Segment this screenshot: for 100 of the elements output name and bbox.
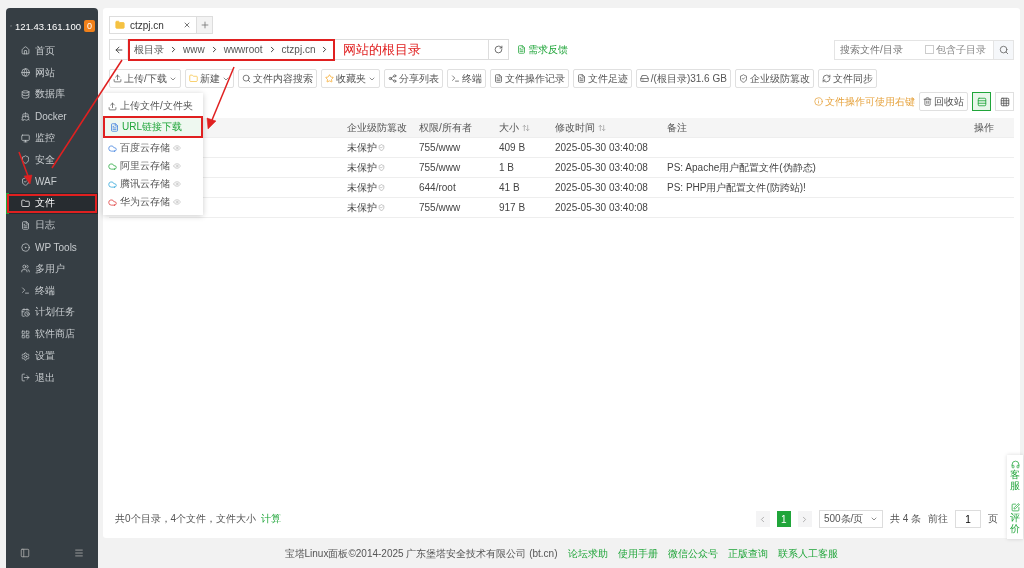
close-icon[interactable] (183, 21, 191, 29)
monitor-icon (21, 133, 30, 143)
folder-icon (188, 74, 198, 83)
list-view-button[interactable] (972, 92, 991, 111)
sidebar-item[interactable]: 文件 (6, 192, 98, 215)
table-cell-text: 644/root (419, 182, 457, 193)
toolbar-button[interactable]: 收藏夹 (320, 69, 380, 88)
logout-icon (21, 373, 30, 383)
toolbar-button[interactable]: 分享列表 (383, 69, 443, 88)
star-icon (324, 74, 334, 83)
users-icon (21, 264, 30, 274)
toolbar-button[interactable]: /(根目录)31.6 GB (635, 69, 731, 88)
document-icon (517, 45, 526, 54)
column-header: 大小 (499, 120, 555, 135)
menu-item[interactable]: 上传文件/文件夹 (103, 97, 203, 115)
eye-icon (173, 198, 181, 206)
table-cell-text: 409 B (499, 142, 527, 153)
breadcrumb-link[interactable]: wwwroot (223, 44, 263, 55)
table-cell-text: 2025-05-30 03:40:08 (555, 142, 649, 153)
ship-icon (21, 111, 30, 121)
search-field[interactable]: 搜索文件/目录 包含子目录 (834, 39, 1014, 60)
search-button[interactable] (993, 40, 1013, 59)
eye-icon (173, 180, 181, 188)
breadcrumb-link[interactable]: 根目录 (134, 42, 164, 57)
toolbar-button[interactable]: 文件内容搜索 (237, 69, 317, 88)
column-header: 权限/所有者 (419, 120, 473, 135)
protect-status: 未保护 (347, 180, 419, 195)
edit-icon (1010, 503, 1020, 512)
search-icon (998, 44, 1009, 55)
menu-icon[interactable] (74, 548, 84, 558)
column-header: 企业级防篡改 (347, 120, 408, 135)
toolbar-button[interactable]: 文件操作记录 (489, 69, 569, 88)
table-cell-text: 917 B (499, 202, 527, 213)
total-count: 共 4 条 (889, 512, 921, 526)
sidebar-item[interactable]: 数据库 (6, 83, 98, 106)
refresh-icon (494, 45, 503, 54)
document-icon (493, 74, 503, 83)
sidebar-item[interactable]: 计划任务 (6, 301, 98, 324)
table-cell-text: 2025-05-30 03:40:08 (555, 162, 649, 173)
sidebar-item[interactable]: 退出 (6, 366, 98, 389)
breadcrumb-link[interactable]: www (183, 44, 205, 55)
toolbar-button[interactable]: 文件同步 (817, 69, 877, 88)
column-header: 操作 (974, 120, 995, 135)
protect-status: 未保护 (347, 140, 419, 155)
sidebar-item[interactable]: 终端 (6, 279, 98, 302)
add-tab-button[interactable] (197, 16, 213, 34)
table-cell-text: 1 B (499, 162, 515, 173)
recycle-bin-button[interactable]: 回收站 (919, 92, 968, 111)
sidebar-item[interactable]: 日志 (6, 214, 98, 237)
headset-icon (1010, 460, 1020, 469)
menu-item[interactable]: 腾讯云存储 (103, 175, 203, 193)
hint-text: 文件操作可使用右键 (814, 94, 915, 109)
sidebar-item[interactable]: 软件商店 (6, 323, 98, 346)
grid-view-button[interactable] (995, 92, 1014, 111)
upload-icon (113, 74, 122, 83)
toolbar-button[interactable]: 企业级防篡改 (734, 69, 814, 88)
eye-icon (173, 162, 181, 170)
sidebar-item[interactable]: 网站 (6, 61, 98, 84)
toolbar-button[interactable]: 文件足迹 (572, 69, 632, 88)
menu-item[interactable]: 百度云存储 (103, 139, 203, 157)
sidebar-item[interactable]: Docker (6, 105, 98, 128)
search-icon (241, 74, 251, 83)
page-input[interactable]: 1 (955, 510, 981, 528)
menu-item[interactable]: 华为云存储 (103, 193, 203, 211)
alert-count: 0 (84, 20, 95, 32)
chevron-down-icon (869, 515, 878, 523)
eye-icon (173, 144, 181, 152)
menu-item[interactable]: 阿里云存储 (103, 157, 203, 175)
toolbar-button[interactable]: 终端 (446, 69, 486, 88)
settings-icon (21, 351, 30, 361)
sidebar-item[interactable]: 监控 (6, 127, 98, 149)
sidebar-item[interactable]: 设置 (6, 345, 98, 367)
upload-icon (108, 101, 117, 111)
sidebar-item[interactable]: 多用户 (6, 257, 98, 280)
document-icon (21, 220, 30, 230)
sync-icon (821, 74, 831, 83)
house-icon (21, 46, 30, 56)
document-icon (576, 74, 586, 83)
plus-icon (199, 20, 210, 30)
terminal-icon (450, 74, 460, 83)
database-icon (21, 90, 30, 99)
list-icon (976, 96, 987, 107)
file-tab[interactable]: ctzpj.cn (109, 16, 197, 34)
toolbar-button[interactable]: 新建 (184, 69, 234, 88)
toolbar-button[interactable]: 上传/下载 (109, 69, 181, 88)
sidebar-item[interactable]: 首页 (6, 40, 98, 62)
grid-icon (21, 329, 30, 339)
table-cell-text: 755/www (419, 162, 462, 173)
table-cell-text: PS: PHP用户配置文件(防跨站)! (667, 180, 807, 195)
folder-icon (115, 20, 125, 30)
sidebar-item[interactable]: WP Tools (6, 236, 98, 258)
calendar-icon (21, 307, 30, 317)
breadcrumb-link[interactable]: ctzpj.cn (281, 44, 316, 55)
sidebar-item[interactable]: 安全 (6, 149, 98, 171)
page-size-select[interactable]: 500条/页 (818, 510, 883, 528)
chevron-icon (169, 45, 178, 54)
subdir-checkbox[interactable]: 包含子目录 (925, 42, 986, 57)
back-arrow-icon (113, 44, 124, 55)
sidebar-item[interactable]: WAF (6, 170, 98, 193)
collapse-icon[interactable] (20, 548, 30, 558)
